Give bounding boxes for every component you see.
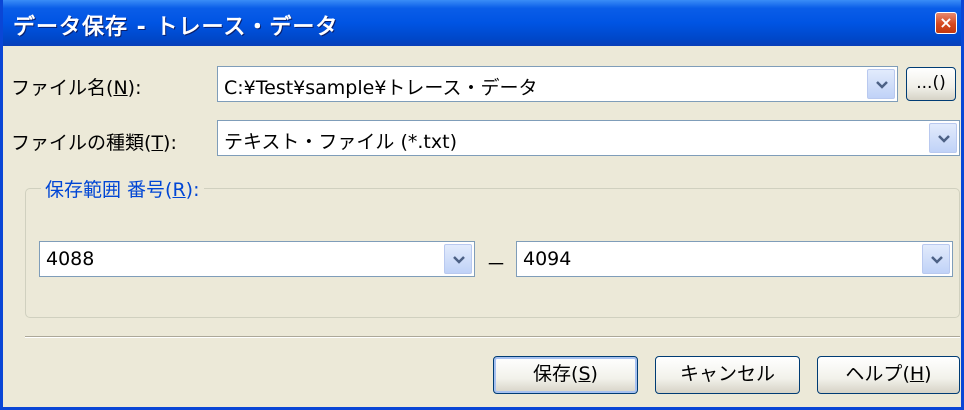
cancel-button[interactable]: キャンセル xyxy=(655,356,800,394)
save-range-label: 保存範囲 番号(R): xyxy=(41,175,204,202)
help-button-label: ヘルプ xyxy=(845,363,903,385)
save-range-label-text: 保存範囲 番号 xyxy=(45,179,166,201)
range-separator: － xyxy=(486,252,506,276)
save-button-label: 保存 xyxy=(533,363,572,385)
save-button[interactable]: 保存(S) xyxy=(493,356,638,394)
help-mnemonic: H xyxy=(909,363,925,385)
range-from-dropdown-button[interactable] xyxy=(444,244,472,274)
filetype-mnemonic: T xyxy=(151,132,164,154)
separator-line xyxy=(25,336,960,338)
range-from-combobox[interactable]: 4088 xyxy=(39,241,475,277)
browse-button[interactable]: ...() xyxy=(906,67,956,101)
chevron-down-icon xyxy=(938,135,950,143)
range-to-dropdown-button[interactable] xyxy=(922,244,950,274)
help-button[interactable]: ヘルプ(H) xyxy=(817,356,960,394)
filename-combobox[interactable]: C:¥Test¥sample¥トレース・データ xyxy=(217,66,898,102)
filetype-label: ファイルの種類(T): xyxy=(11,132,177,154)
filetype-select[interactable]: テキスト・ファイル (*.txt) xyxy=(217,120,960,156)
filename-value[interactable]: C:¥Test¥sample¥トレース・データ xyxy=(224,73,537,100)
chevron-down-icon xyxy=(876,81,888,89)
chevron-down-icon xyxy=(931,256,943,264)
chevron-down-icon xyxy=(453,256,465,264)
filetype-value: テキスト・ファイル (*.txt) xyxy=(224,131,457,153)
filename-label: ファイル名(N): xyxy=(11,77,142,99)
filename-label-text: ファイル名 xyxy=(11,77,107,99)
title-bar[interactable]: データ保存 - トレース・データ × xyxy=(3,0,961,46)
range-to-value[interactable]: 4094 xyxy=(523,248,571,270)
close-button[interactable]: × xyxy=(935,12,957,34)
filetype-dropdown-button[interactable] xyxy=(929,123,957,153)
save-range-mnemonic: R xyxy=(172,179,186,201)
close-icon: × xyxy=(939,13,953,32)
filename-mnemonic: N xyxy=(113,77,128,99)
filetype-label-text: ファイルの種類 xyxy=(11,132,145,154)
save-data-dialog: データ保存 - トレース・データ × ファイル名(N): C:¥Test¥sam… xyxy=(0,0,964,410)
range-from-value[interactable]: 4088 xyxy=(46,248,94,270)
window-title: データ保存 - トレース・データ xyxy=(13,15,339,40)
range-to-combobox[interactable]: 4094 xyxy=(516,241,953,277)
save-mnemonic: S xyxy=(578,363,591,385)
filename-dropdown-button[interactable] xyxy=(867,69,895,99)
